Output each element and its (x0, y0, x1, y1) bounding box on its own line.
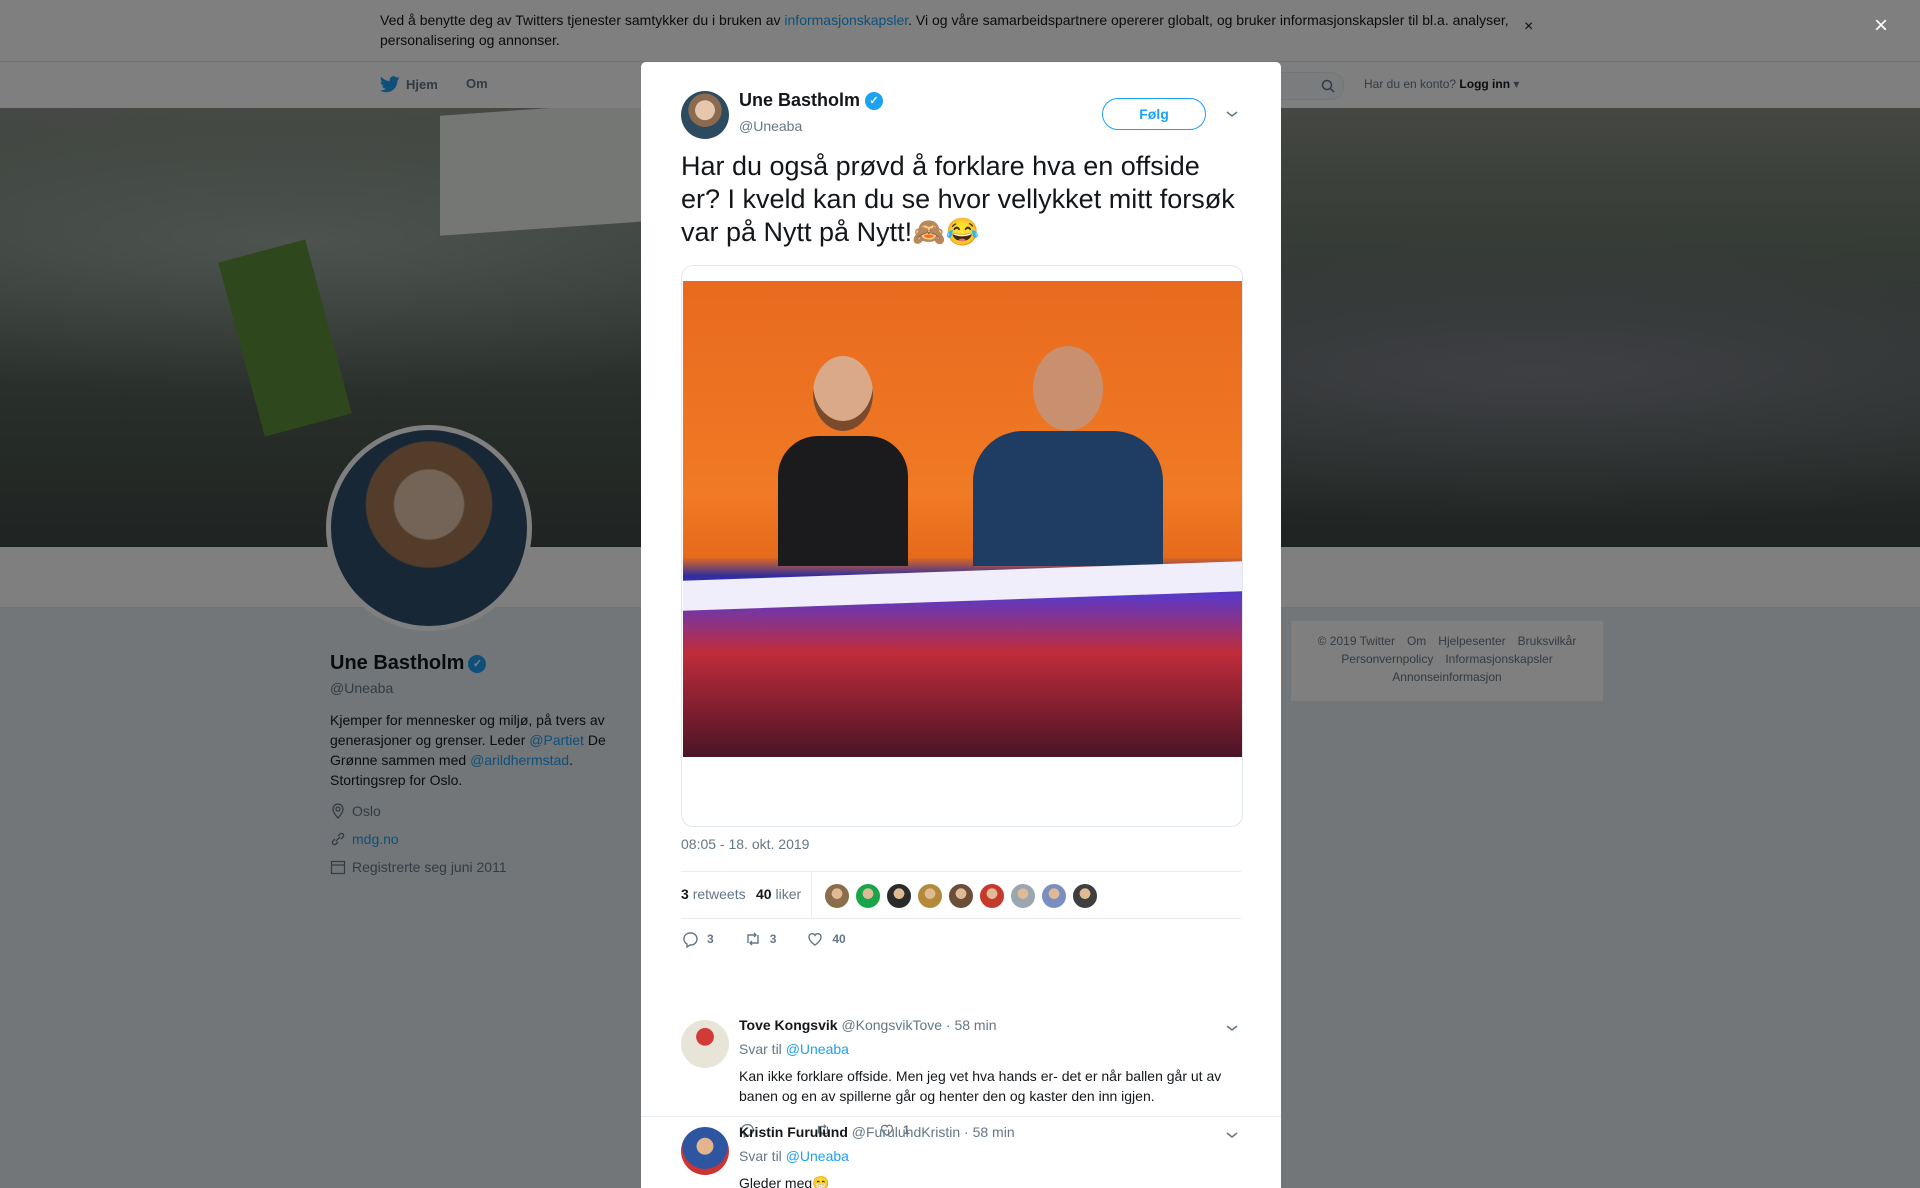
photo-desk (683, 561, 1242, 611)
liker-avatar[interactable] (1010, 883, 1036, 909)
tweet-author-avatar[interactable] (681, 91, 729, 139)
tweet-author-handle[interactable]: @Uneaba (739, 118, 802, 134)
likes-count: 40 (756, 886, 772, 902)
photo-person-right (973, 346, 1163, 566)
chevron-down-icon[interactable] (1225, 106, 1239, 122)
heart-icon (808, 933, 823, 946)
retweet-button[interactable]: 3 (744, 930, 777, 948)
retweet-count: 3 (681, 886, 689, 902)
reply-tweet[interactable]: Kristin Furulund @FurulundKristin · 58 m… (641, 1116, 1281, 1188)
reply-to-label: Svar til (739, 1148, 782, 1164)
tweet-modal: Une Bastholm ✓ @Uneaba Følg Har du også … (641, 62, 1281, 1188)
reply-to-line: Svar til @Uneaba (739, 1041, 849, 1057)
reply-to-line: Svar til @Uneaba (739, 1148, 849, 1164)
reply-text: Gleder meg😁 (739, 1175, 830, 1188)
likes-stat[interactable]: 40 liker (756, 886, 801, 902)
reply-text: Kan ikke forklare offside. Men jeg vet h… (739, 1068, 1222, 1104)
liker-avatar[interactable] (979, 883, 1005, 909)
reply-avatar[interactable] (681, 1020, 729, 1068)
photo-person-left (778, 356, 908, 566)
reply-to-mention[interactable]: @Uneaba (786, 1148, 849, 1164)
likes-label: liker (775, 886, 802, 902)
reply-icon (683, 932, 698, 948)
tweet-actions: 3 3 40 (681, 930, 876, 948)
likers-avatars (824, 883, 1098, 909)
author-name-text: Une Bastholm (739, 90, 861, 110)
retweet-action-count: 3 (769, 932, 777, 946)
liker-avatar[interactable] (1072, 883, 1098, 909)
reply-to-mention[interactable]: @Uneaba (786, 1041, 849, 1057)
reply-author-name[interactable]: Kristin Furulund (739, 1124, 848, 1140)
stats-divider (811, 872, 812, 918)
tweet-media-card[interactable] (681, 265, 1243, 827)
reply-to-label: Svar til (739, 1041, 782, 1057)
liker-avatar[interactable] (855, 883, 881, 909)
liker-avatar[interactable] (1041, 883, 1067, 909)
reply-header: Tove Kongsvik @KongsvikTove · 58 min (739, 1017, 997, 1033)
tweet-timestamp[interactable]: 08:05 - 18. okt. 2019 (681, 836, 809, 852)
reply-time[interactable]: · 58 min (946, 1017, 997, 1033)
reply-author-handle[interactable]: @FurulundKristin (852, 1124, 960, 1140)
reply-button[interactable]: 3 (681, 930, 714, 948)
like-button[interactable]: 40 (806, 930, 846, 948)
chevron-down-icon[interactable] (1225, 1127, 1239, 1143)
retweet-label: retweets (692, 886, 746, 902)
liker-avatar[interactable] (917, 883, 943, 909)
tweet-stats: 3 retweets 40 liker (681, 871, 1241, 919)
retweet-stat[interactable]: 3 retweets (681, 886, 746, 902)
liker-avatar[interactable] (948, 883, 974, 909)
reply-count: 3 (707, 932, 714, 946)
tweet-photo[interactable] (683, 281, 1242, 757)
tweet-author-name[interactable]: Une Bastholm ✓ (739, 90, 884, 111)
reply-avatar[interactable] (681, 1127, 729, 1175)
verified-badge-icon: ✓ (865, 91, 884, 110)
retweet-icon (746, 932, 759, 946)
follow-button[interactable]: Følg (1102, 98, 1206, 130)
reply-author-name[interactable]: Tove Kongsvik (739, 1017, 838, 1033)
liker-avatar[interactable] (886, 883, 912, 909)
chevron-down-icon[interactable] (1225, 1020, 1239, 1036)
tweet-text: Har du også prøvd å forklare hva en offs… (681, 151, 1235, 247)
reply-header: Kristin Furulund @FurulundKristin · 58 m… (739, 1124, 1015, 1140)
reply-time[interactable]: · 58 min (964, 1124, 1015, 1140)
close-icon[interactable]: × (1874, 12, 1888, 40)
like-action-count: 40 (832, 932, 846, 946)
reply-author-handle[interactable]: @KongsvikTove (841, 1017, 942, 1033)
liker-avatar[interactable] (824, 883, 850, 909)
